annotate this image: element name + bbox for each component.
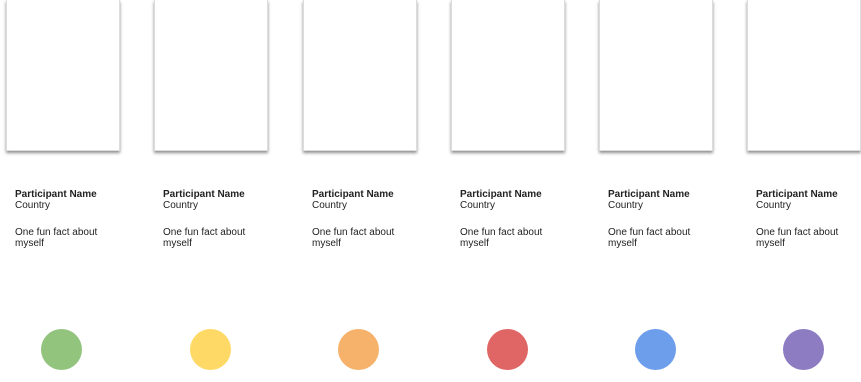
participant-name[interactable]: Participant Name [460,189,570,200]
participant-card-4: Participant Name Country One fun fact ab… [451,0,565,382]
participant-country[interactable]: Country [163,200,273,211]
participant-fun-fact[interactable]: One fun fact about myself [756,227,852,249]
participant-fun-fact[interactable]: One fun fact about myself [163,227,259,249]
participant-fun-fact[interactable]: One fun fact about myself [15,227,111,249]
participant-photo-placeholder[interactable] [154,0,268,151]
participant-fun-fact[interactable]: One fun fact about myself [312,227,408,249]
participant-name[interactable]: Participant Name [15,189,125,200]
participant-photo-placeholder[interactable] [303,0,417,151]
participant-card-6: Participant Name Country One fun fact ab… [747,0,861,382]
participant-photo-placeholder[interactable] [599,0,713,151]
participant-info: Participant Name Country One fun fact ab… [163,189,273,249]
participant-info: Participant Name Country One fun fact ab… [756,189,861,249]
participant-photo-placeholder[interactable] [6,0,120,151]
participant-name[interactable]: Participant Name [163,189,273,200]
color-dot-yellow [190,329,231,370]
participant-country[interactable]: Country [15,200,125,211]
color-dot-purple [783,329,824,370]
participant-country[interactable]: Country [312,200,422,211]
participant-photo-placeholder[interactable] [747,0,861,151]
participant-name[interactable]: Participant Name [608,189,718,200]
color-dot-red [487,329,528,370]
participant-country[interactable]: Country [608,200,718,211]
participant-card-2: Participant Name Country One fun fact ab… [154,0,268,382]
participant-name[interactable]: Participant Name [312,189,422,200]
participant-card-1: Participant Name Country One fun fact ab… [6,0,120,382]
participant-info: Participant Name Country One fun fact ab… [15,189,125,249]
participant-country[interactable]: Country [460,200,570,211]
color-dot-blue [635,329,676,370]
participant-card-3: Participant Name Country One fun fact ab… [303,0,417,382]
color-dot-orange [338,329,379,370]
participant-name[interactable]: Participant Name [756,189,861,200]
participant-photo-placeholder[interactable] [451,0,565,151]
participant-fun-fact[interactable]: One fun fact about myself [608,227,704,249]
color-dot-green [41,329,82,370]
participant-card-5: Participant Name Country One fun fact ab… [599,0,713,382]
participant-country[interactable]: Country [756,200,861,211]
participant-fun-fact[interactable]: One fun fact about myself [460,227,556,249]
participant-info: Participant Name Country One fun fact ab… [460,189,570,249]
participant-info: Participant Name Country One fun fact ab… [312,189,422,249]
participant-info: Participant Name Country One fun fact ab… [608,189,718,249]
